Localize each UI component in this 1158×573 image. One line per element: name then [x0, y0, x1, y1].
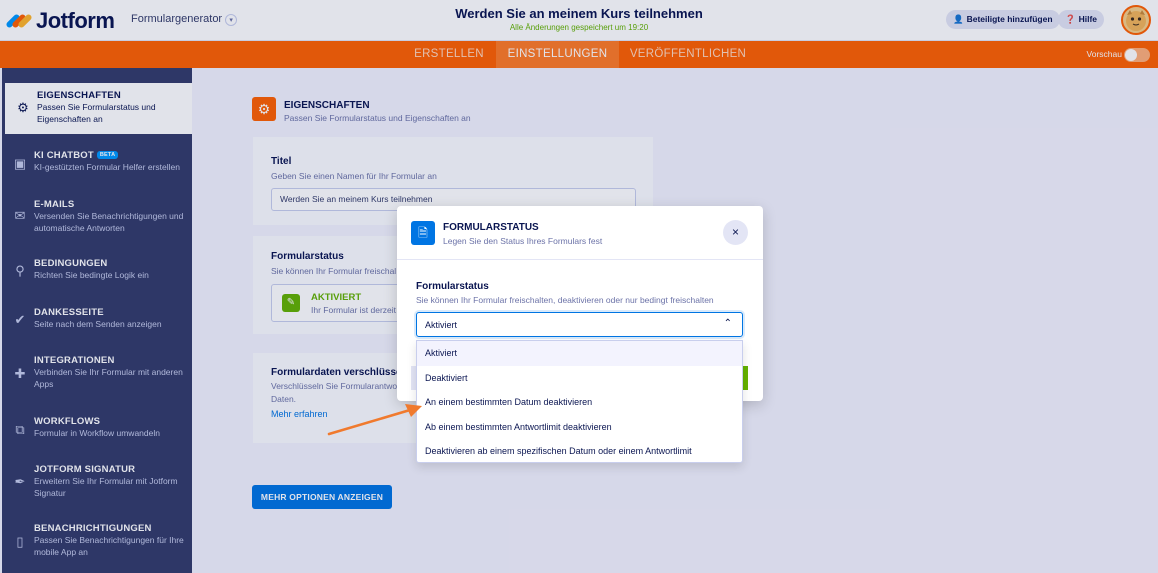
- option-deactivate-on-limit[interactable]: Ab einem bestimmten Antwortlimit deaktiv…: [417, 415, 742, 440]
- status-field-sub: Sie können Ihr Formular freischalten, de…: [416, 295, 714, 305]
- modal-title: FORMULARSTATUS: [443, 222, 539, 233]
- option-activated[interactable]: Aktiviert: [417, 341, 742, 366]
- close-icon: ×: [731, 225, 739, 239]
- status-options-list: Aktiviert Deaktiviert An einem bestimmte…: [416, 340, 743, 463]
- modal-header: 🗎 FORMULARSTATUS Legen Sie den Status Ih…: [397, 206, 763, 260]
- option-deactivate-date-or-limit[interactable]: Deaktivieren ab einem spezifischen Datum…: [417, 439, 742, 464]
- modal-subtitle: Legen Sie den Status Ihres Formulars fes…: [443, 236, 603, 246]
- close-button[interactable]: ×: [723, 220, 748, 245]
- annotation-arrow-icon: [327, 404, 422, 436]
- selected-value: Aktiviert: [425, 320, 458, 330]
- option-deactivate-on-date[interactable]: An einem bestimmten Datum deaktivieren: [417, 390, 742, 415]
- form-status-select[interactable]: Aktiviert ⌃: [416, 312, 743, 337]
- form-status-icon: 🗎: [411, 221, 435, 245]
- option-deactivated[interactable]: Deaktiviert: [417, 366, 742, 391]
- status-field-label: Formularstatus: [416, 281, 489, 292]
- chevron-up-icon: ⌃: [723, 318, 732, 329]
